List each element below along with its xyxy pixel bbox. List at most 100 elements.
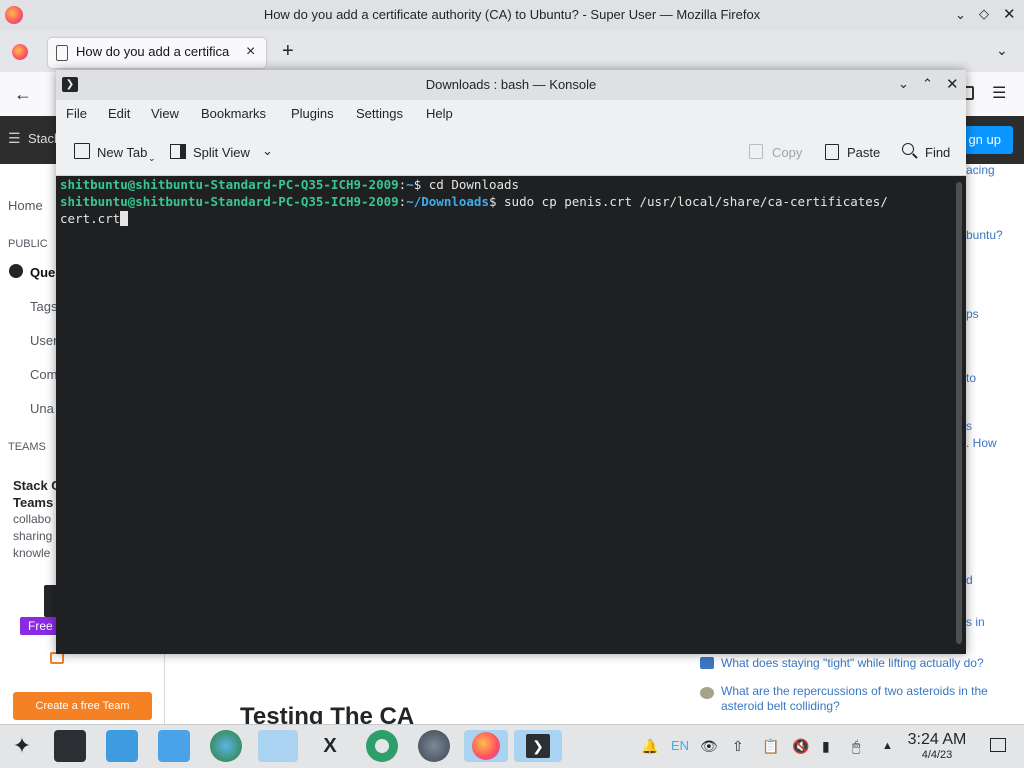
notifications-icon[interactable]: 🔔 [641,738,658,755]
copy-label: Copy [772,145,803,160]
window-close-icon[interactable]: ✕ [1003,5,1016,23]
menu-settings[interactable]: Settings [356,106,403,121]
hot-question-link[interactable]: What are the repercussions of two astero… [721,684,1001,714]
nav-home[interactable]: Home [8,198,43,213]
eye-icon[interactable]: 👁 [700,738,718,755]
prompt-user: shitbuntu@shitbuntu-Standard-PC-Q35-ICH9… [60,177,399,192]
updates-icon[interactable]: ⇧ [732,738,744,755]
site-favicon-icon [700,687,714,699]
scrollbar-thumb[interactable] [956,182,962,644]
new-tab-menu-indicator-icon: ⌄ [148,153,156,163]
krita-icon[interactable] [258,730,298,762]
nav-section-teams: TEAMS [8,441,46,453]
terminal-line: shitbuntu@shitbuntu-Standard-PC-Q35-ICH9… [60,177,519,192]
menu-view[interactable]: View [151,106,179,121]
terminal-line: shitbuntu@shitbuntu-Standard-PC-Q35-ICH9… [60,194,888,209]
menu-file[interactable]: File [66,106,87,121]
app-gear-icon[interactable] [418,730,450,762]
new-tab-icon[interactable]: + [282,40,294,63]
files-icon[interactable] [158,730,190,762]
menu-bookmarks[interactable]: Bookmarks [201,106,266,121]
new-tab-icon [74,143,90,159]
prompt-path: ~/Downloads [406,194,489,209]
window-maximize-icon[interactable]: ◇ [979,6,989,22]
teams-promo-title-2: Teams [13,495,54,510]
right-fragment[interactable]: s in [966,615,985,629]
hot-question-link[interactable]: What does staying "tight" while lifting … [721,656,991,670]
app-launcher-icon[interactable]: ✦ [6,730,38,762]
copy-icon [749,144,763,159]
tab-close-icon[interactable]: × [246,43,255,61]
clock-time[interactable]: 3:24 AM [900,731,974,749]
new-tab-label: New Tab [97,145,148,160]
konsole-close-icon[interactable]: ✕ [946,75,959,93]
clock-date[interactable]: 4/4/23 [900,749,974,761]
right-fragment[interactable]: s [966,419,972,433]
create-team-button[interactable]: Create a free Team [13,692,152,720]
right-fragment[interactable]: acing [966,163,995,177]
site-favicon-icon [700,657,714,669]
app-green-icon[interactable] [366,730,398,762]
find-label: Find [925,145,951,160]
usb-icon[interactable]: ▮ [822,738,830,755]
teams-promo-line-3: knowle [13,546,51,560]
konsole-maximize-icon[interactable]: ⌃ [922,76,933,92]
taskbar [0,724,1024,768]
right-fragment[interactable]: d [966,573,973,587]
text-cursor [120,211,129,226]
tab-title: How do you add a certifica [76,44,230,59]
keyboard-layout[interactable]: EN [671,738,689,753]
teams-promo-line-1: collabo [13,512,52,526]
command-continuation: cert.crt [60,211,121,226]
nav-tags[interactable]: Tags [30,299,57,314]
tab-favicon-icon [56,45,68,61]
command-text: $ sudo cp penis.crt /usr/local/share/ca-… [488,194,888,209]
discover-icon[interactable] [106,730,138,762]
konsole-menubar [56,100,966,128]
volume-muted-icon[interactable]: 🔇 [792,738,809,755]
split-view-dropdown-icon[interactable]: ⌄ [262,143,273,159]
firefox-window-title: How do you add a certificate authority (… [263,7,761,22]
paste-label: Paste [847,145,881,160]
back-icon[interactable]: ← [14,84,32,105]
teams-promo-line-2: sharing [13,529,53,543]
hamburger-nav-icon[interactable]: ☰ [8,130,21,147]
nav-questions[interactable]: Que [30,265,55,280]
right-fragment[interactable]: buntu? [966,228,1003,242]
terminal-area[interactable] [56,176,953,652]
konsole-minimize-icon[interactable]: ⌄ [898,76,909,92]
free-badge: Free [20,617,60,635]
menu-help[interactable]: Help [426,106,453,121]
menu-edit[interactable]: Edit [108,106,130,121]
paste-icon [825,144,839,160]
menu-hamburger-icon[interactable]: ☰ [992,83,1006,103]
prompt-user: shitbuntu@shitbuntu-Standard-PC-Q35-ICH9… [60,194,399,209]
command-text: $ cd Downloads [413,177,520,192]
window-minimize-icon[interactable]: ⌄ [955,7,966,23]
split-view-icon [170,144,186,159]
show-desktop-icon[interactable] [990,738,1006,752]
split-view-label: Split View [193,145,250,160]
right-fragment[interactable]: ps [966,307,979,321]
nav-section-public: PUBLIC [8,238,48,250]
browser-globe-icon[interactable] [210,730,242,762]
tray-expand-icon[interactable]: ▲ [882,740,893,752]
teams-promo-title-1: Stack C [13,478,61,493]
firefox-view-icon[interactable] [12,44,28,60]
network-icon[interactable]: 🖱 [852,738,860,755]
konsole-logo-icon: ❯ [526,734,550,758]
globe-icon [9,264,23,278]
right-fragment[interactable]: . How [966,436,997,450]
prompt-path: ~ [406,177,414,192]
right-fragment[interactable]: to [966,371,976,385]
nav-companies[interactable]: Com [30,367,57,382]
x-icon[interactable]: X [314,730,346,762]
terminal-line: cert.crt [60,211,129,226]
settings-icon[interactable] [54,730,86,762]
menu-plugins[interactable]: Plugins [291,106,334,121]
nav-unanswered[interactable]: Una [30,401,54,416]
konsole-title: Downloads : bash — Konsole [425,77,597,92]
tab-list-icon[interactable]: ⌄ [996,42,1008,59]
nav-users[interactable]: User [30,333,57,348]
clipboard-icon[interactable]: 📋 [762,738,779,755]
